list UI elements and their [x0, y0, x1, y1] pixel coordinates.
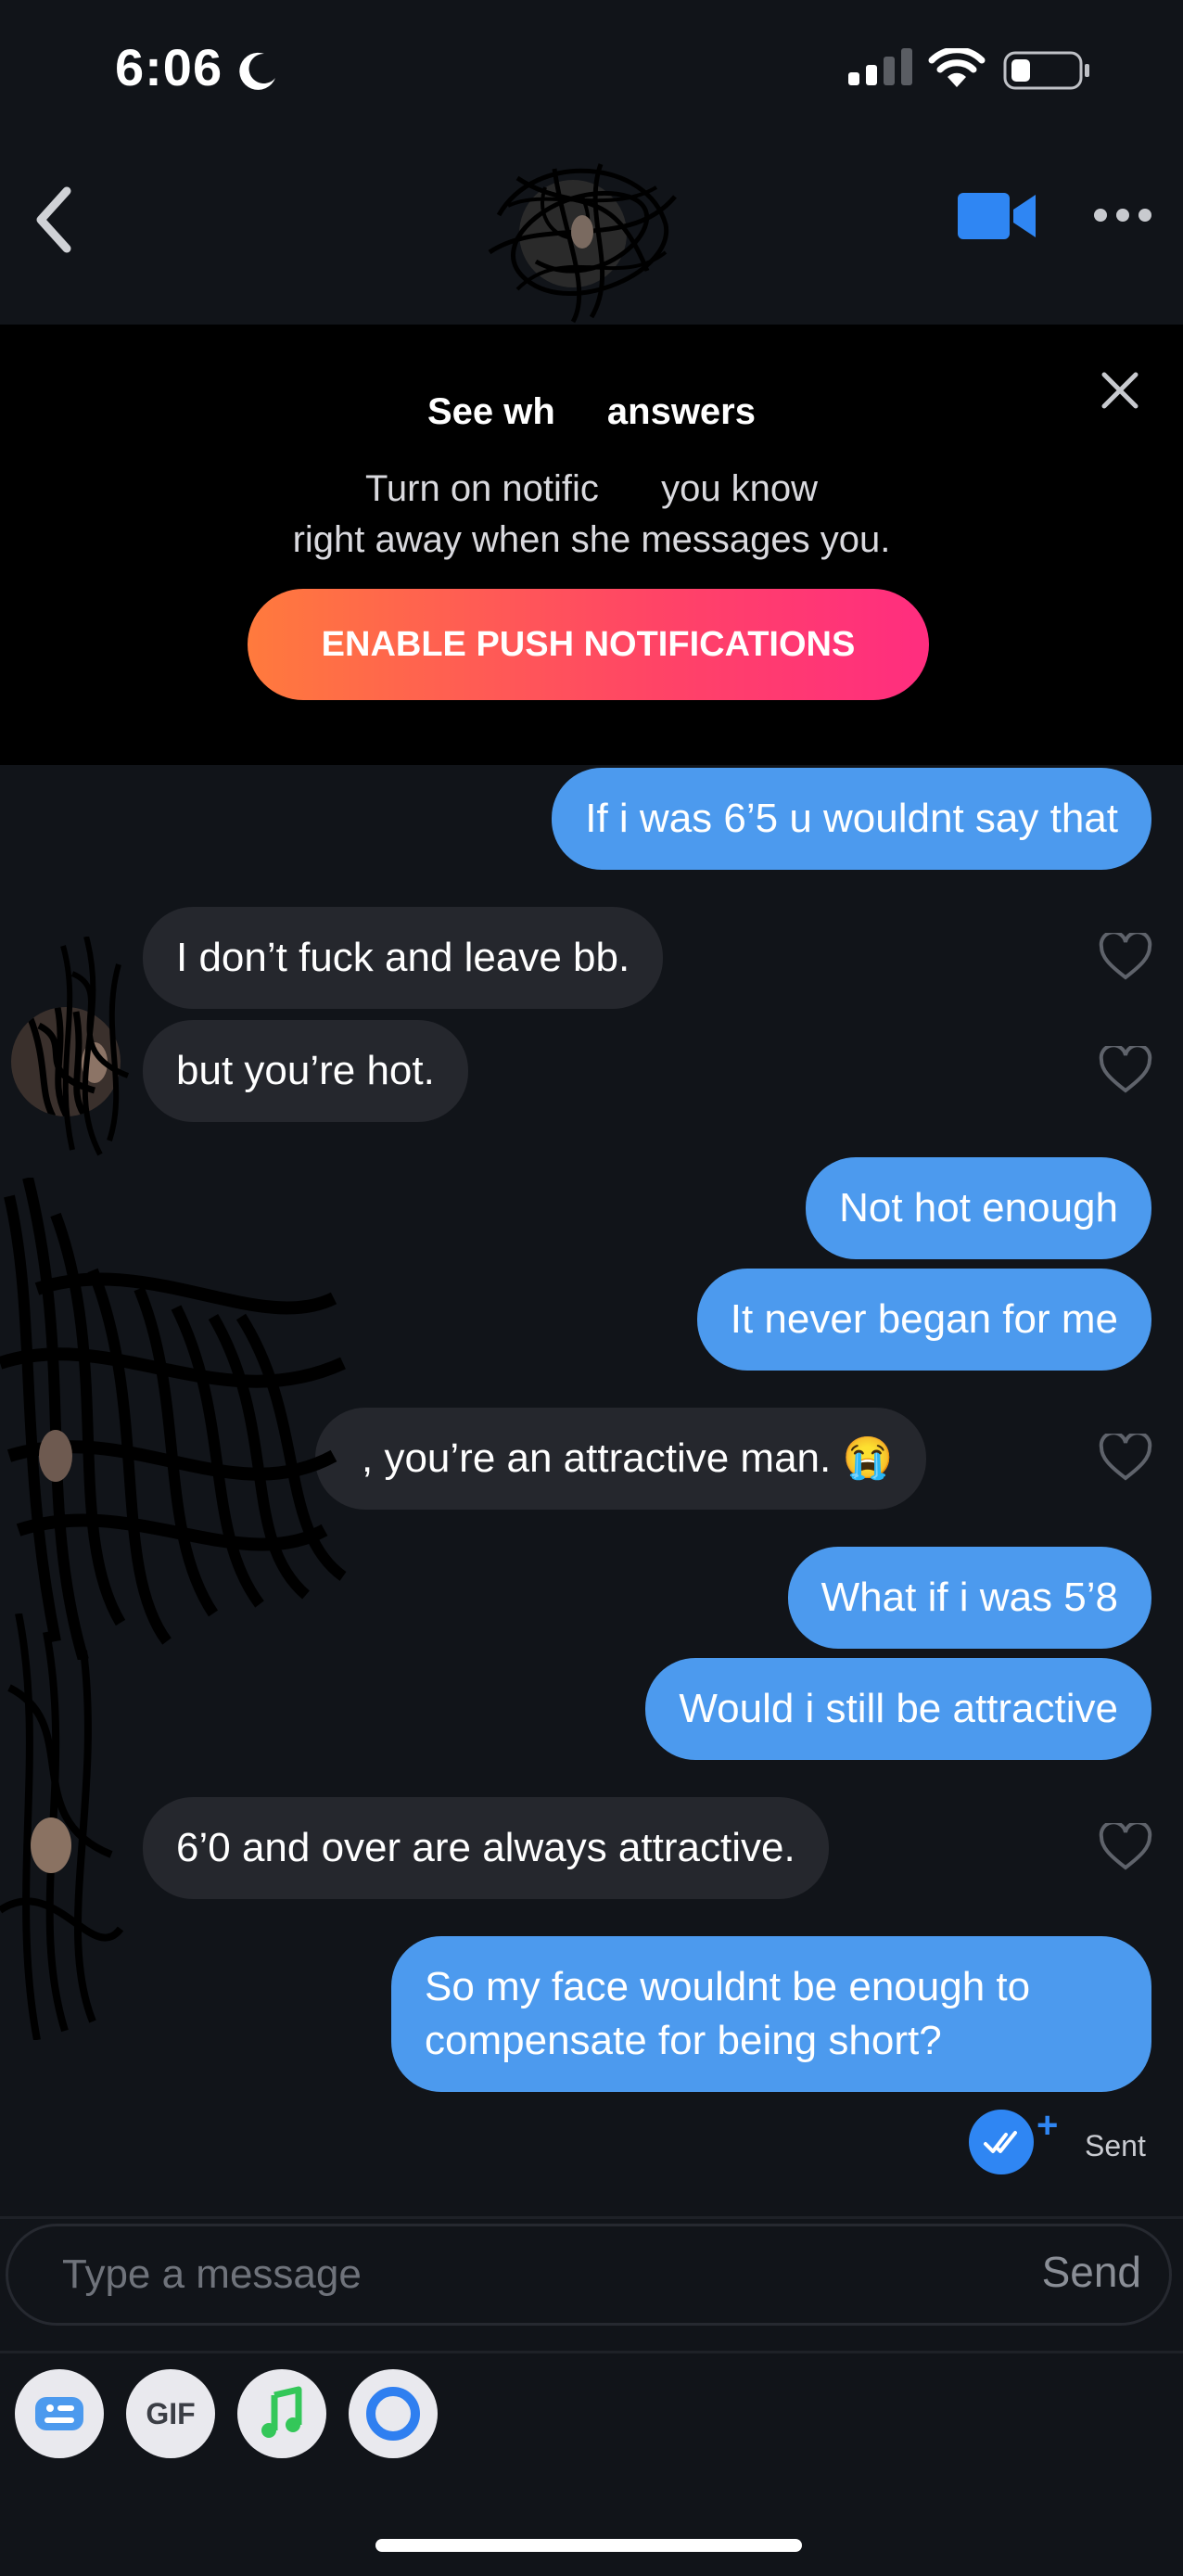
- heart-icon[interactable]: [1099, 1434, 1152, 1482]
- divider: [0, 2216, 1183, 2219]
- sticker-button[interactable]: [15, 2369, 104, 2458]
- banner-body-line1: Turn on notific you know: [364, 468, 819, 509]
- message-line: So my face wouldnt be enough to: [425, 1964, 1031, 2009]
- message-bubble-outgoing[interactable]: If i was 6’5 u wouldnt say that: [552, 768, 1151, 870]
- plus-icon[interactable]: +: [1037, 2105, 1058, 2147]
- home-indicator: [375, 2539, 802, 2552]
- chevron-left-icon[interactable]: [32, 178, 76, 261]
- chat-header: [0, 139, 1183, 325]
- match-avatar[interactable]: [462, 159, 693, 326]
- heart-icon[interactable]: [1099, 1046, 1152, 1094]
- music-button[interactable]: [237, 2369, 326, 2458]
- status-bar: 6:06: [0, 0, 1183, 139]
- double-check-icon: [984, 2131, 1017, 2153]
- music-icon: [261, 2386, 302, 2438]
- cellular-signal-icon: [848, 48, 912, 85]
- message-line: compensate for being short?: [425, 2018, 942, 2063]
- message-input[interactable]: [60, 2243, 898, 2306]
- message-bubble-incoming[interactable]: 6’0 and over are always attractive.: [143, 1797, 829, 1899]
- message-bubble-outgoing[interactable]: What if i was 5’8: [787, 1547, 1151, 1649]
- wifi-icon: [928, 48, 986, 87]
- status-time: 6:06: [115, 38, 223, 96]
- scribble-redaction: [0, 1178, 347, 1660]
- divider: [0, 2351, 1183, 2353]
- enable-push-notifications-button[interactable]: ENABLE PUSH NOTIFICATIONS: [248, 589, 929, 700]
- gif-icon: GIF: [146, 2397, 196, 2430]
- loop-button[interactable]: [349, 2369, 438, 2458]
- message-composer: Send: [6, 2224, 1172, 2326]
- message-bubble-incoming[interactable]: , you’re an attractive man. 😭: [315, 1408, 927, 1510]
- heart-icon[interactable]: [1099, 1823, 1152, 1871]
- message-bubble-outgoing[interactable]: So my face wouldnt be enough to compensa…: [391, 1936, 1151, 2092]
- sent-status: Sent: [1085, 2129, 1146, 2162]
- push-notification-banner: See wh answers Turn on notific you know …: [0, 325, 1183, 765]
- banner-body: Turn on notific you know right away when…: [221, 464, 962, 566]
- message-bubble-outgoing[interactable]: It never began for me: [696, 1269, 1151, 1371]
- battery-icon: [1003, 51, 1089, 90]
- video-camera-icon[interactable]: [958, 189, 1037, 243]
- banner-title: See wh answers: [427, 391, 756, 432]
- message-bubble-incoming[interactable]: I don’t fuck and leave bb.: [143, 907, 664, 1009]
- scribble-redaction: [60, 937, 130, 1156]
- read-receipt-icon[interactable]: [969, 2110, 1034, 2174]
- message-bubble-outgoing[interactable]: Would i still be attractive: [645, 1658, 1151, 1760]
- gif-button[interactable]: GIF: [126, 2369, 215, 2458]
- send-button[interactable]: Send: [1042, 2247, 1141, 2297]
- moon-icon: [239, 52, 275, 90]
- scribble-redaction: [0, 1613, 124, 2040]
- banner-body-line2: right away when she messages you.: [292, 519, 891, 560]
- sticker-icon: [35, 2397, 83, 2430]
- message-bubble-outgoing[interactable]: Not hot enough: [806, 1157, 1151, 1259]
- message-bubble-incoming[interactable]: but you’re hot.: [143, 1020, 468, 1122]
- heart-icon[interactable]: [1099, 933, 1152, 981]
- loop-icon: [366, 2387, 420, 2441]
- ellipsis-icon[interactable]: [1092, 206, 1153, 224]
